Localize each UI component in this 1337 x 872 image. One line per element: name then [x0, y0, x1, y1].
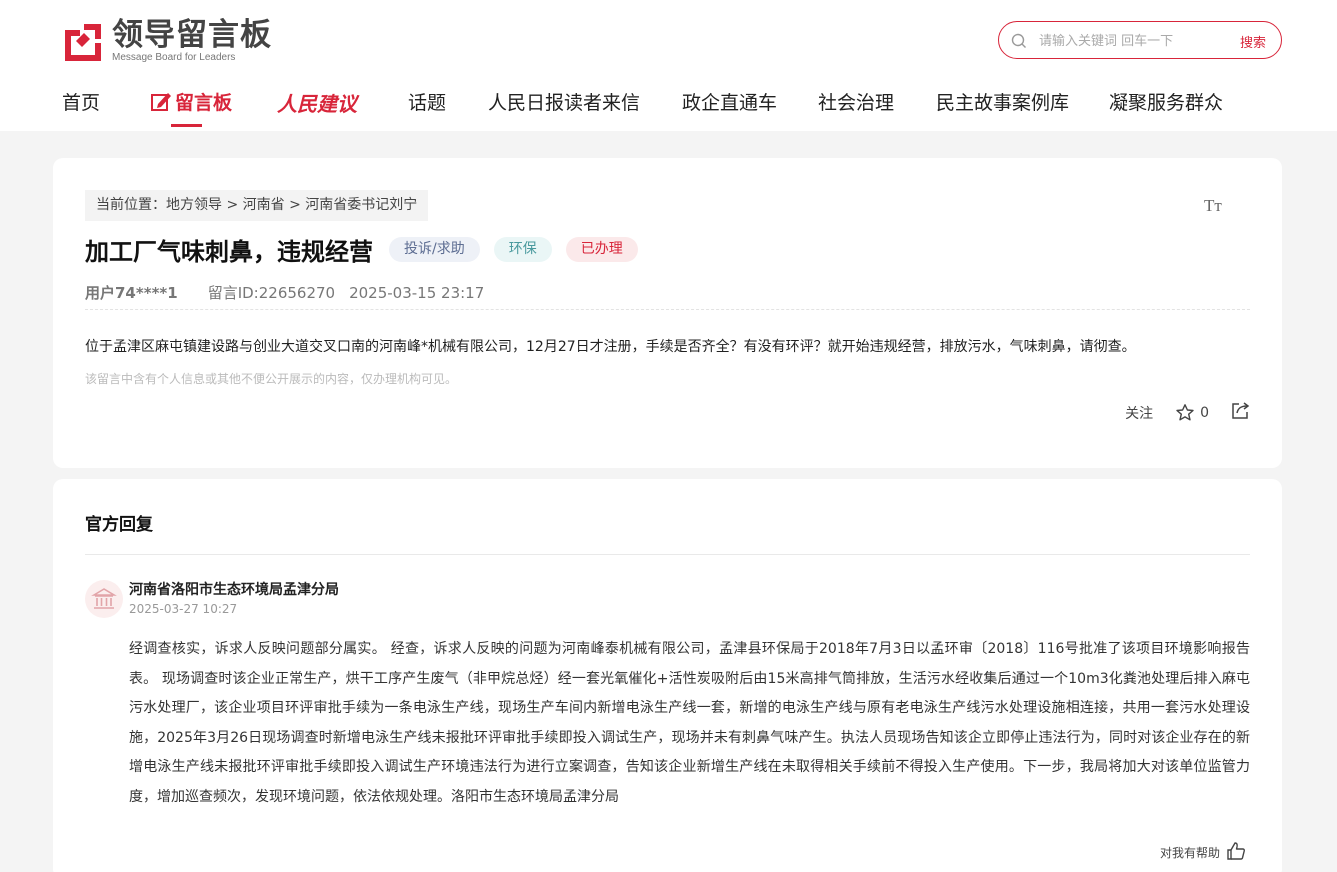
reply-organization: 河南省洛阳市生态环境局孟津分局 [129, 582, 339, 598]
favorite-button[interactable]: 0 [1175, 403, 1209, 423]
divider [85, 309, 1250, 310]
nav-item-topics[interactable]: 话题 [408, 88, 446, 115]
breadcrumb-separator: > [289, 197, 301, 213]
message-content: 位于孟津区麻屯镇建设路与创业大道交叉口南的河南峰*机械有限公司，12月27日才注… [85, 339, 1136, 355]
divider [85, 554, 1250, 555]
breadcrumb-item-local-leaders[interactable]: 地方领导 [166, 197, 222, 213]
message-actions: 关注 0 [1125, 401, 1250, 424]
nav-item-home[interactable]: 首页 [62, 88, 100, 115]
helpful-button[interactable]: 对我有帮助 [1160, 841, 1246, 864]
official-reply-card: 官方回复 河南省洛阳市生态环境局孟津分局 2025-03-27 10:27 经调… [53, 479, 1282, 872]
nav-item-democracy-cases[interactable]: 民主故事案例库 [936, 88, 1069, 115]
section-title: 官方回复 [85, 515, 153, 535]
message-meta: 用户74****1 留言ID:22656270 2025-03-15 23:17 [85, 282, 484, 303]
search-input[interactable] [1039, 31, 1219, 51]
edit-icon [150, 91, 172, 113]
message-datetime: 2025-03-15 23:17 [349, 284, 485, 302]
font-size-icon[interactable]: Tт [1204, 196, 1222, 216]
reply-body: 经调查核实，诉求人反映问题部分属实。 经查，诉求人反映的问题为河南峰泰机械有限公… [129, 641, 1250, 805]
avatar [85, 580, 123, 618]
active-nav-indicator [171, 124, 202, 127]
logo-mark-icon [62, 21, 104, 63]
site-logo[interactable]: 领导留言板 Message Board for Leaders [62, 18, 272, 64]
government-building-icon [91, 588, 117, 609]
search-icon [1011, 33, 1027, 49]
breadcrumb: 当前位置：地方领导 > 河南省 > 河南省委书记刘宁 [85, 190, 429, 221]
message-card: 当前位置：地方领导 > 河南省 > 河南省委书记刘宁 Tт 加工厂气味刺鼻，违规… [53, 158, 1282, 468]
nav-item-label: 留言板 [175, 92, 233, 114]
follow-button[interactable]: 关注 [1125, 403, 1153, 423]
share-icon[interactable] [1231, 401, 1250, 424]
site-header: 领导留言板 Message Board for Leaders 搜索 首页 留言… [0, 0, 1337, 131]
nav-item-readers-letters[interactable]: 人民日报读者来信 [488, 88, 640, 115]
tag-category: 投诉/求助 [389, 237, 480, 262]
nav-item-enterprise-express[interactable]: 政企直通车 [682, 88, 777, 115]
tag-field: 环保 [493, 237, 552, 262]
breadcrumb-item-leader[interactable]: 河南省委书记刘宁 [305, 197, 417, 213]
breadcrumb-prefix: 当前位置： [96, 197, 166, 213]
breadcrumb-item-henan[interactable]: 河南省 [243, 197, 285, 213]
reply-datetime: 2025-03-27 10:27 [129, 602, 238, 616]
message-author: 用户74****1 [85, 284, 178, 302]
search-button[interactable]: 搜索 [1240, 32, 1266, 51]
logo-title: 领导留言板 [112, 17, 272, 53]
status-badge: 已办理 [565, 237, 638, 262]
nav-item-serve-masses[interactable]: 凝聚服务群众 [1109, 88, 1223, 115]
star-count: 0 [1200, 404, 1209, 421]
nav-item-social-governance[interactable]: 社会治理 [818, 88, 894, 115]
message-title: 加工厂气味刺鼻，违规经营 [85, 238, 373, 266]
nav-item-message-board[interactable]: 留言板 [150, 88, 232, 115]
breadcrumb-separator: > [226, 197, 239, 213]
search-box: 搜索 [998, 21, 1282, 59]
star-icon [1175, 403, 1195, 423]
privacy-notice: 该留言中含有个人信息或其他不便公开展示的内容，仅办理机构可见。 [85, 372, 458, 386]
helpful-label: 对我有帮助 [1159, 846, 1220, 860]
thumbs-up-icon [1226, 841, 1246, 864]
nav-item-people-suggestions[interactable]: 人民建议 [277, 88, 357, 117]
message-id: 留言ID:22656270 [207, 284, 336, 302]
logo-subtitle: Message Board for Leaders [112, 52, 236, 63]
